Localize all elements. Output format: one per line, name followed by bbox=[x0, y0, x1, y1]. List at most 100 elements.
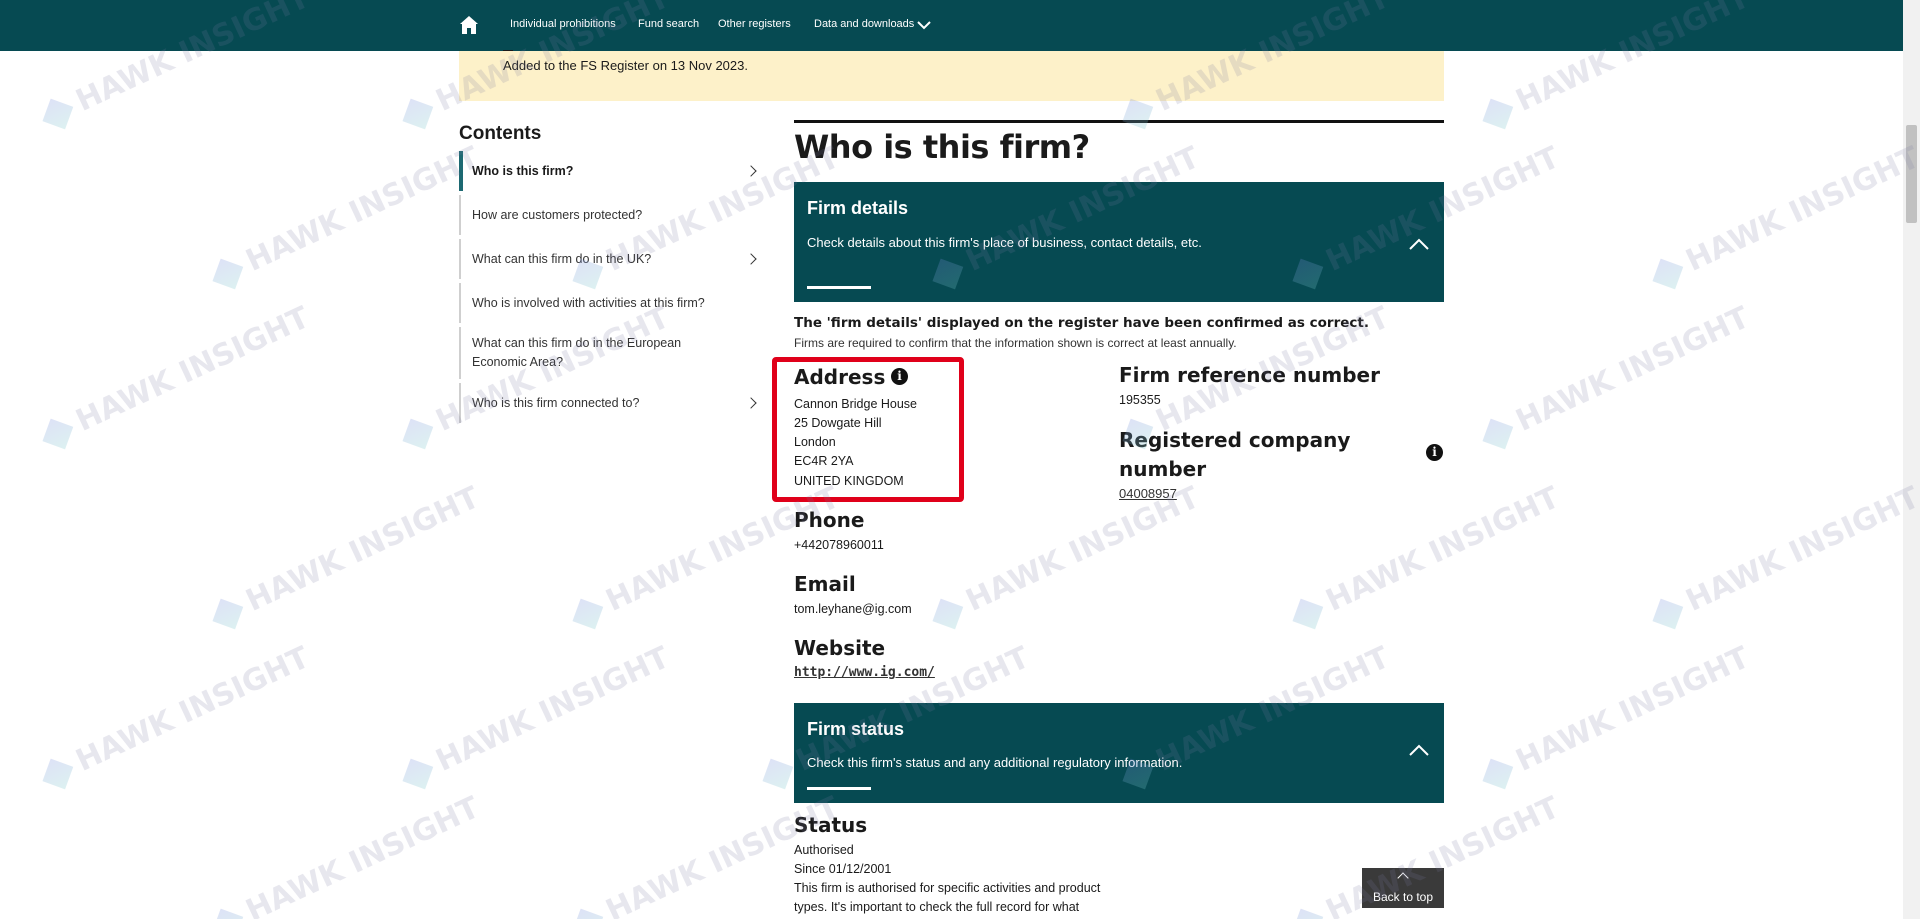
toc-item-uk-activities[interactable]: What can this firm do in the UK? bbox=[459, 239, 765, 279]
watermark-logo-icon bbox=[1482, 758, 1514, 789]
watermark: HAWK INSIGHT bbox=[206, 140, 485, 295]
frn-value: 195355 bbox=[1119, 393, 1161, 407]
watermark-logo-icon bbox=[212, 598, 244, 629]
firm-details-description: Check details about this firm's place of… bbox=[807, 235, 1202, 250]
nav-data-and-downloads[interactable]: Data and downloads bbox=[814, 18, 914, 30]
nav-fund-search[interactable]: Fund search bbox=[638, 18, 699, 30]
back-to-top-label: Back to top bbox=[1372, 890, 1434, 904]
email-value: tom.leyhane@ig.com bbox=[794, 602, 912, 616]
nav-other-registers[interactable]: Other registers bbox=[718, 18, 791, 30]
watermark: HAWK INSIGHT bbox=[36, 640, 315, 795]
toc-item-label: Who is involved with activities at this … bbox=[472, 296, 705, 310]
chevron-up-icon[interactable] bbox=[1408, 237, 1430, 251]
watermark-logo-icon bbox=[42, 418, 74, 449]
panel-underline bbox=[807, 787, 871, 790]
watermark: HAWK INSIGHT bbox=[396, 640, 675, 795]
address-line: UNITED KINGDOM bbox=[794, 474, 904, 488]
details-confirmed-notice: The 'firm details' displayed on the regi… bbox=[794, 315, 1369, 331]
address-line: London bbox=[794, 435, 836, 449]
phone-value: +442078960011 bbox=[794, 538, 884, 552]
watermark-logo-icon bbox=[1652, 598, 1684, 629]
status-heading: Status bbox=[794, 813, 868, 837]
back-to-top-button[interactable]: Back to top bbox=[1362, 868, 1444, 908]
toc-item-who-is-this-firm[interactable]: Who is this firm? bbox=[459, 151, 765, 191]
watermark-logo-icon bbox=[212, 908, 244, 919]
watermark-logo-icon bbox=[1482, 98, 1514, 129]
chevron-up-icon[interactable] bbox=[1408, 743, 1430, 757]
watermark: HAWK INSIGHT bbox=[1646, 140, 1920, 295]
toc-item-who-is-involved[interactable]: Who is involved with activities at this … bbox=[459, 283, 765, 323]
address-heading: Address bbox=[794, 365, 886, 389]
watermark-logo-icon bbox=[932, 598, 964, 629]
panel-underline bbox=[807, 286, 871, 289]
email-heading: Email bbox=[794, 572, 856, 596]
watermark-logo-icon bbox=[1292, 908, 1324, 919]
watermark-logo-icon bbox=[1292, 598, 1324, 629]
chevron-right-icon bbox=[745, 253, 757, 265]
chevron-right-icon bbox=[745, 397, 757, 409]
website-heading: Website bbox=[794, 636, 886, 660]
firm-details-title: Firm details bbox=[807, 198, 909, 218]
watermark: HAWK INSIGHT bbox=[36, 300, 315, 455]
phone-heading: Phone bbox=[794, 508, 865, 532]
nav-individual-prohibitions[interactable]: Individual prohibitions bbox=[510, 18, 616, 30]
firm-details-panel[interactable]: Firm details Check details about this fi… bbox=[794, 182, 1444, 302]
status-note: This firm is authorised for specific act… bbox=[794, 881, 1101, 914]
toc-item-label: What can this firm do in the European Ec… bbox=[472, 336, 682, 369]
address-line: 25 Dowgate Hill bbox=[794, 416, 882, 430]
toc-item-label: Who is this firm? bbox=[472, 164, 574, 178]
toc-item-label: Who is this firm connected to? bbox=[472, 396, 640, 410]
toc-item-eea-activities[interactable]: What can this firm do in the European Ec… bbox=[459, 327, 765, 379]
watermark-logo-icon bbox=[402, 98, 434, 129]
watermark-logo-icon bbox=[212, 258, 244, 289]
watermark-logo-icon bbox=[42, 758, 74, 789]
watermark-logo-icon bbox=[402, 418, 434, 449]
address-line: EC4R 2YA bbox=[794, 454, 854, 468]
status-value: Authorised bbox=[794, 843, 854, 857]
title-rule bbox=[794, 120, 1444, 123]
website-link[interactable]: http://www.ig.com/ bbox=[794, 665, 935, 680]
info-icon[interactable]: i bbox=[891, 368, 908, 385]
firm-status-panel[interactable]: Firm status Check this firm's status and… bbox=[794, 703, 1444, 803]
page-title: Who is this firm? bbox=[794, 128, 1090, 166]
company-number-heading: Registered company number bbox=[1119, 428, 1351, 481]
watermark-logo-icon bbox=[402, 758, 434, 789]
contents-title: Contents bbox=[459, 123, 542, 144]
status-since: Since 01/12/2001 bbox=[794, 862, 892, 876]
watermark: HAWK INSIGHT bbox=[1476, 640, 1755, 795]
top-navigation: Individual prohibitions Fund search Othe… bbox=[0, 0, 1920, 51]
contents-list: Who is this firm? How are customers prot… bbox=[459, 151, 765, 423]
watermark-logo-icon bbox=[572, 598, 604, 629]
page-scrollbar[interactable] bbox=[1903, 0, 1920, 919]
firm-status-title: Firm status bbox=[807, 719, 905, 739]
toc-item-customer-protection[interactable]: How are customers protected? bbox=[459, 195, 765, 235]
arrow-up-icon bbox=[1397, 872, 1409, 884]
toc-item-connections[interactable]: Who is this firm connected to? bbox=[459, 383, 765, 423]
chevron-down-icon[interactable] bbox=[916, 19, 932, 31]
watermark: HAWK INSIGHT bbox=[1646, 480, 1920, 635]
home-icon[interactable] bbox=[458, 14, 480, 36]
watermark-logo-icon bbox=[1652, 258, 1684, 289]
chevron-right-icon bbox=[745, 165, 757, 177]
watermark: HAWK INSIGHT bbox=[1286, 480, 1565, 635]
watermark: HAWK INSIGHT bbox=[206, 480, 485, 635]
company-number-link[interactable]: 04008957 bbox=[1119, 486, 1177, 501]
watermark-logo-icon bbox=[1122, 98, 1154, 129]
toc-item-label: What can this firm do in the UK? bbox=[472, 252, 652, 266]
frn-heading: Firm reference number bbox=[1119, 363, 1380, 387]
watermark-logo-icon bbox=[1482, 418, 1514, 449]
banner-added-date: Added to the FS Register on 13 Nov 2023. bbox=[503, 58, 748, 73]
watermark-logo-icon bbox=[762, 758, 794, 789]
watermark-logo-icon bbox=[572, 908, 604, 919]
watermark: HAWK INSIGHT bbox=[206, 790, 485, 919]
info-icon[interactable]: i bbox=[1426, 444, 1443, 461]
scrollbar-thumb[interactable] bbox=[1906, 125, 1917, 223]
watermark: HAWK INSIGHT bbox=[926, 480, 1205, 635]
banner-link-fragment[interactable] bbox=[503, 45, 513, 51]
address-line: Cannon Bridge House bbox=[794, 397, 917, 411]
toc-item-label: How are customers protected? bbox=[472, 208, 643, 222]
firm-status-description: Check this firm's status and any additio… bbox=[807, 755, 1183, 770]
details-confirmed-subtext: Firms are required to confirm that the i… bbox=[794, 336, 1237, 350]
watermark: HAWK INSIGHT bbox=[1476, 300, 1755, 455]
watermark-logo-icon bbox=[42, 98, 74, 129]
